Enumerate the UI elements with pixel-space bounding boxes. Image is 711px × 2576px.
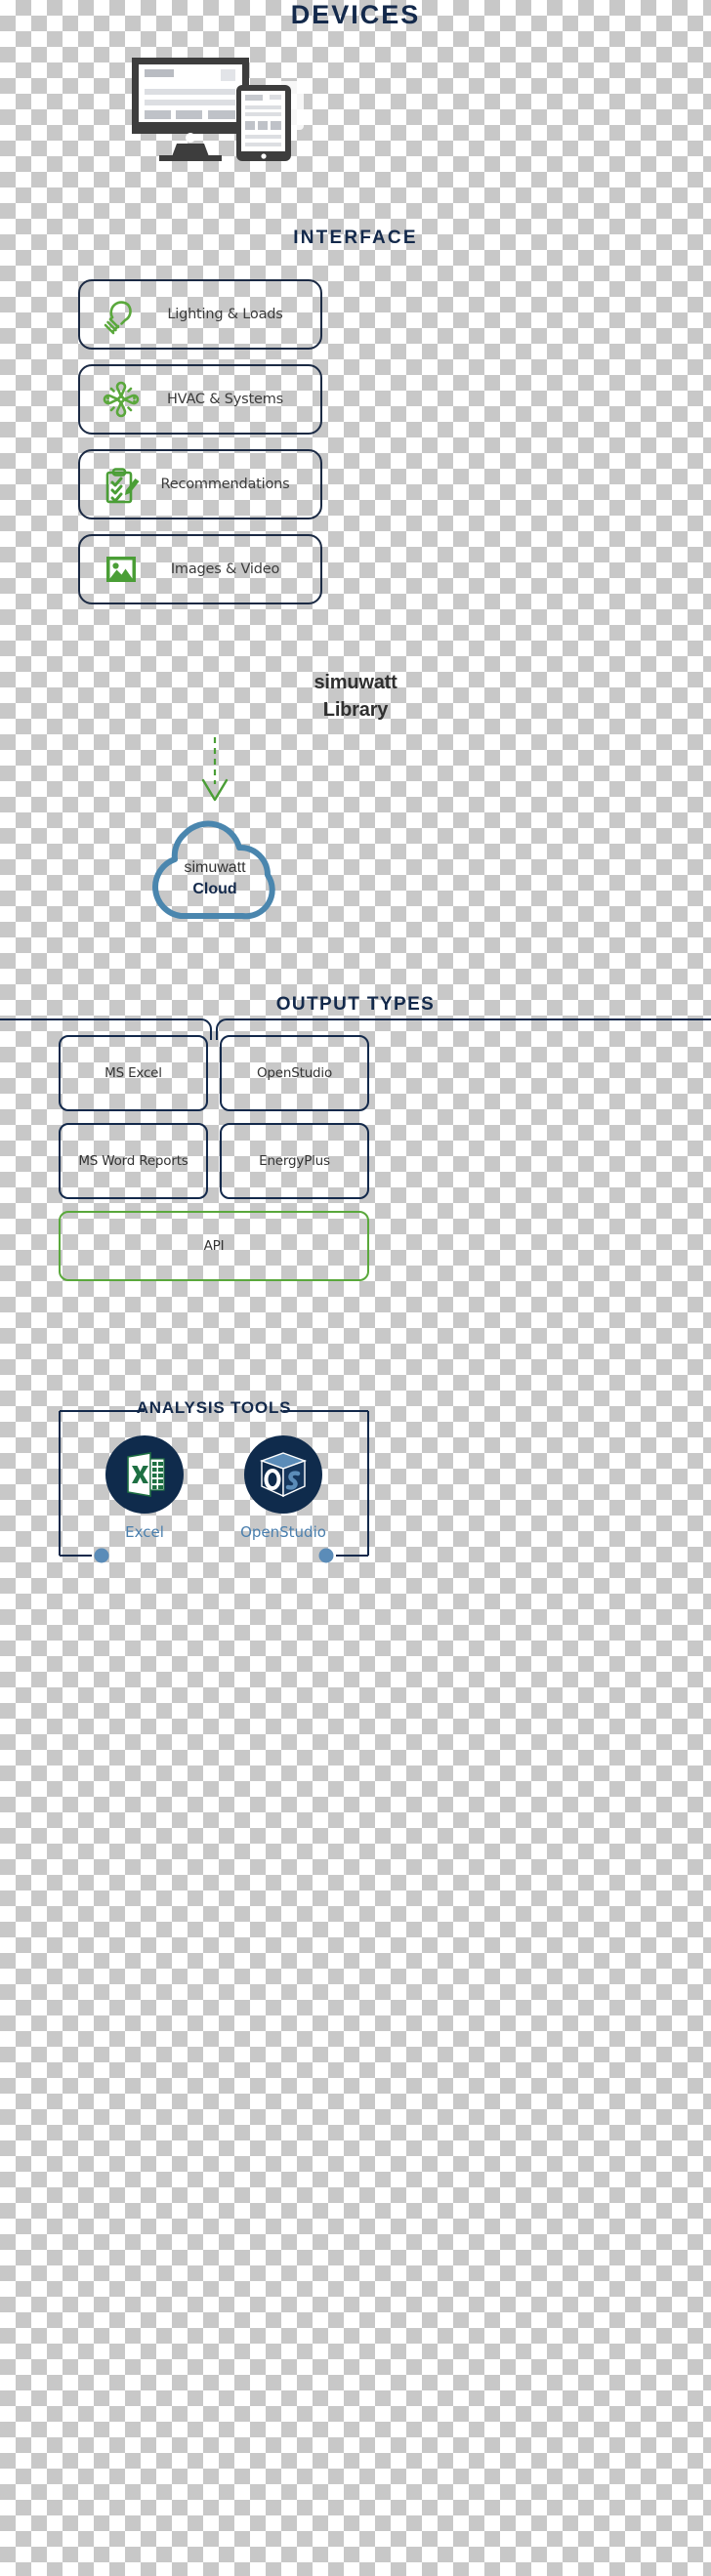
output-row-3: API: [59, 1211, 369, 1281]
fan-icon: [99, 377, 144, 422]
interface-card-recommendations[interactable]: Recommendations: [78, 449, 322, 519]
devices-section-title: DEVICES: [290, 0, 421, 29]
analysis-tool-label: Excel: [125, 1523, 164, 1541]
lightbulb-icon: [99, 292, 144, 337]
output-box-api[interactable]: API: [59, 1211, 369, 1281]
output-box-ms-excel[interactable]: MS Excel: [59, 1035, 208, 1111]
excel-logo-icon: [105, 1435, 184, 1514]
interface-section-title: INTERFACE: [293, 228, 418, 248]
library-line-2: Library: [322, 699, 389, 721]
output-connector-lines: [0, 918, 711, 1040]
library-line-1: simuwatt: [314, 672, 397, 693]
interface-card-images-video[interactable]: Images & Video: [78, 534, 322, 604]
photo-icon: [99, 547, 144, 592]
cloud-label-block: simuwatt Cloud: [124, 857, 306, 900]
devices-illustration: [130, 54, 325, 161]
analysis-tool-label: OpenStudio: [240, 1523, 326, 1541]
interface-card-label: HVAC & Systems: [166, 392, 284, 407]
interface-card-label: Recommendations: [160, 477, 290, 492]
output-row-1: MS Excel OpenStudio: [59, 1035, 369, 1111]
analysis-tools-row: Excel OpenStudio: [59, 1435, 369, 1541]
clipboard-check-pencil-icon: [99, 462, 144, 507]
analysis-tools-title: ANALYSIS TOOLS: [136, 1398, 292, 1417]
analysis-tool-excel[interactable]: Excel: [101, 1435, 188, 1541]
output-row-2: MS Word Reports EnergyPlus: [59, 1123, 369, 1199]
simuwatt-library-block: simuwatt Library: [0, 669, 711, 724]
output-box-openstudio[interactable]: OpenStudio: [220, 1035, 369, 1111]
interface-card-label: Lighting & Loads: [167, 307, 283, 322]
dashed-down-arrow-icon: [197, 737, 232, 802]
openstudio-logo-icon: [244, 1435, 322, 1514]
interface-card-label: Images & Video: [170, 561, 280, 577]
cloud-line-2: Cloud: [192, 881, 237, 897]
output-box-energyplus[interactable]: EnergyPlus: [220, 1123, 369, 1199]
output-types-grid: MS Excel OpenStudio MS Word Reports Ener…: [59, 1035, 369, 1293]
interface-card-lighting-loads[interactable]: Lighting & Loads: [78, 279, 322, 350]
infographic-canvas: DEVICES INTERFACE Lighting & Loads HVAC …: [0, 0, 711, 2576]
output-box-ms-word-reports[interactable]: MS Word Reports: [59, 1123, 208, 1199]
analysis-tool-openstudio[interactable]: OpenStudio: [239, 1435, 327, 1541]
interface-card-hvac-systems[interactable]: HVAC & Systems: [78, 364, 322, 435]
cloud-line-1: simuwatt: [184, 859, 246, 876]
interface-card-list: Lighting & Loads HVAC & Systems Recommen…: [78, 279, 322, 619]
